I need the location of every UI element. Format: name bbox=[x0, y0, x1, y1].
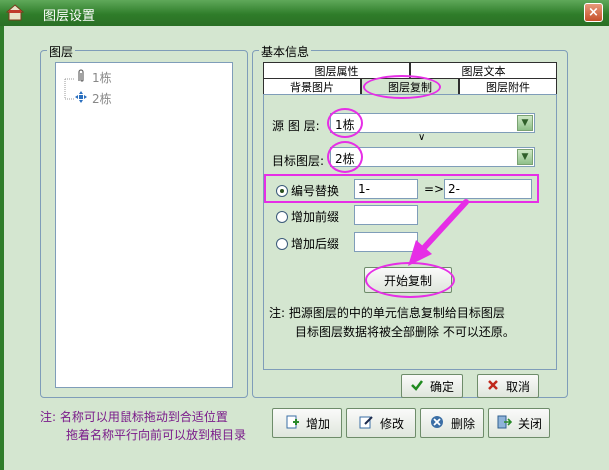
radio-button[interactable] bbox=[276, 237, 288, 250]
cancel-button[interactable]: 取消 bbox=[477, 374, 539, 398]
tab-row-bottom: 背景图片 图层复制 图层附件 bbox=[263, 78, 557, 94]
edit-button[interactable]: 修改 bbox=[346, 408, 416, 438]
note-line: 目标图层数据将被全部删除 不可以还原。 bbox=[295, 325, 515, 339]
target-layer-label: 目标图层: bbox=[272, 154, 325, 168]
tab-background-image[interactable]: 背景图片 bbox=[263, 78, 361, 94]
add-button[interactable]: 增加 bbox=[272, 408, 342, 438]
option-label: 增加前缀 bbox=[291, 210, 340, 224]
replace-from-value: 1- bbox=[358, 182, 370, 196]
tab-row-top: 图层属性 图层文本 bbox=[263, 62, 557, 78]
target-layer-select[interactable]: 2栋 ▼ bbox=[330, 147, 535, 167]
move-icon bbox=[74, 90, 88, 107]
direction-mark: ∨ bbox=[418, 132, 426, 143]
paperclip-icon bbox=[74, 69, 88, 86]
tab-layer-attachment[interactable]: 图层附件 bbox=[459, 78, 557, 94]
ok-label: 确定 bbox=[429, 379, 454, 394]
target-layer-value: 2栋 bbox=[335, 152, 355, 166]
add-label: 增加 bbox=[305, 416, 330, 431]
source-layer-select[interactable]: 1栋 ▼ bbox=[330, 113, 535, 133]
edit-icon bbox=[358, 414, 374, 433]
source-layer-label: 源 图 层: bbox=[272, 119, 320, 133]
exit-door-icon bbox=[496, 414, 513, 433]
note-line: 注: 名称可以用鼠标拖动到合适位置 bbox=[40, 410, 228, 424]
add-page-icon bbox=[284, 414, 300, 433]
app-icon bbox=[5, 4, 25, 21]
pointer-arrow-annotation bbox=[408, 199, 469, 266]
chevron-down-icon[interactable]: ▼ bbox=[517, 149, 533, 165]
radio-button[interactable] bbox=[276, 210, 288, 223]
tab-layer-copy[interactable]: 图层复制 bbox=[361, 78, 459, 94]
layer-settings-window: 图层设置 × 图层 1栋 2栋 注: 名称可以用鼠标拖动到合适位置 拖着名称平行… bbox=[0, 0, 609, 470]
option-add-prefix[interactable]: 增加前缀 bbox=[276, 208, 339, 225]
copy-warning-note: 注: 把源图层的中的单元信息复制给目标图层 目标图层数据将被全部删除 不可以还原… bbox=[269, 304, 515, 342]
source-layer-value: 1栋 bbox=[335, 118, 355, 132]
close-button[interactable]: 关闭 bbox=[488, 408, 550, 438]
delete-button[interactable]: 删除 bbox=[420, 408, 484, 438]
check-icon bbox=[410, 378, 424, 395]
option-label: 编号替换 bbox=[291, 184, 340, 198]
tree-item[interactable]: 1栋 bbox=[74, 69, 112, 86]
window-border bbox=[0, 26, 4, 470]
cancel-label: 取消 bbox=[505, 379, 530, 394]
radio-button[interactable] bbox=[276, 184, 288, 197]
delete-icon bbox=[429, 414, 445, 433]
layer-tree[interactable]: 1栋 2栋 bbox=[55, 62, 233, 388]
option-add-suffix[interactable]: 增加后缀 bbox=[276, 235, 339, 252]
chevron-down-icon[interactable]: ▼ bbox=[517, 115, 533, 131]
tab-layer-properties[interactable]: 图层属性 bbox=[263, 62, 410, 78]
delete-label: 删除 bbox=[450, 416, 475, 431]
tree-item-label: 1栋 bbox=[92, 71, 112, 85]
layer-group-title: 图层 bbox=[47, 43, 76, 60]
note-line: 拖着名称平行向前可以放到根目录 bbox=[66, 428, 247, 442]
option-replace-number[interactable]: 编号替换 bbox=[276, 182, 339, 199]
replace-arrow: => bbox=[424, 182, 445, 196]
replace-to-value: 2- bbox=[448, 182, 460, 196]
option-label: 增加后缀 bbox=[291, 237, 340, 251]
tree-item[interactable]: 2栋 bbox=[74, 90, 112, 107]
note-line: 注: 把源图层的中的单元信息复制给目标图层 bbox=[269, 306, 505, 320]
tab-layer-text[interactable]: 图层文本 bbox=[410, 62, 557, 78]
window-title: 图层设置 bbox=[43, 9, 96, 24]
tree-usage-note: 注: 名称可以用鼠标拖动到合适位置 拖着名称平行向前可以放到根目录 bbox=[40, 408, 246, 444]
title-bar[interactable]: 图层设置 × bbox=[0, 0, 609, 26]
ok-button[interactable]: 确定 bbox=[401, 374, 463, 398]
cross-icon bbox=[486, 378, 500, 395]
close-window-button[interactable]: × bbox=[584, 3, 603, 22]
basic-info-group-title: 基本信息 bbox=[259, 43, 312, 60]
edit-label: 修改 bbox=[379, 416, 404, 431]
close-label: 关闭 bbox=[517, 416, 542, 431]
tree-item-label: 2栋 bbox=[92, 92, 112, 106]
